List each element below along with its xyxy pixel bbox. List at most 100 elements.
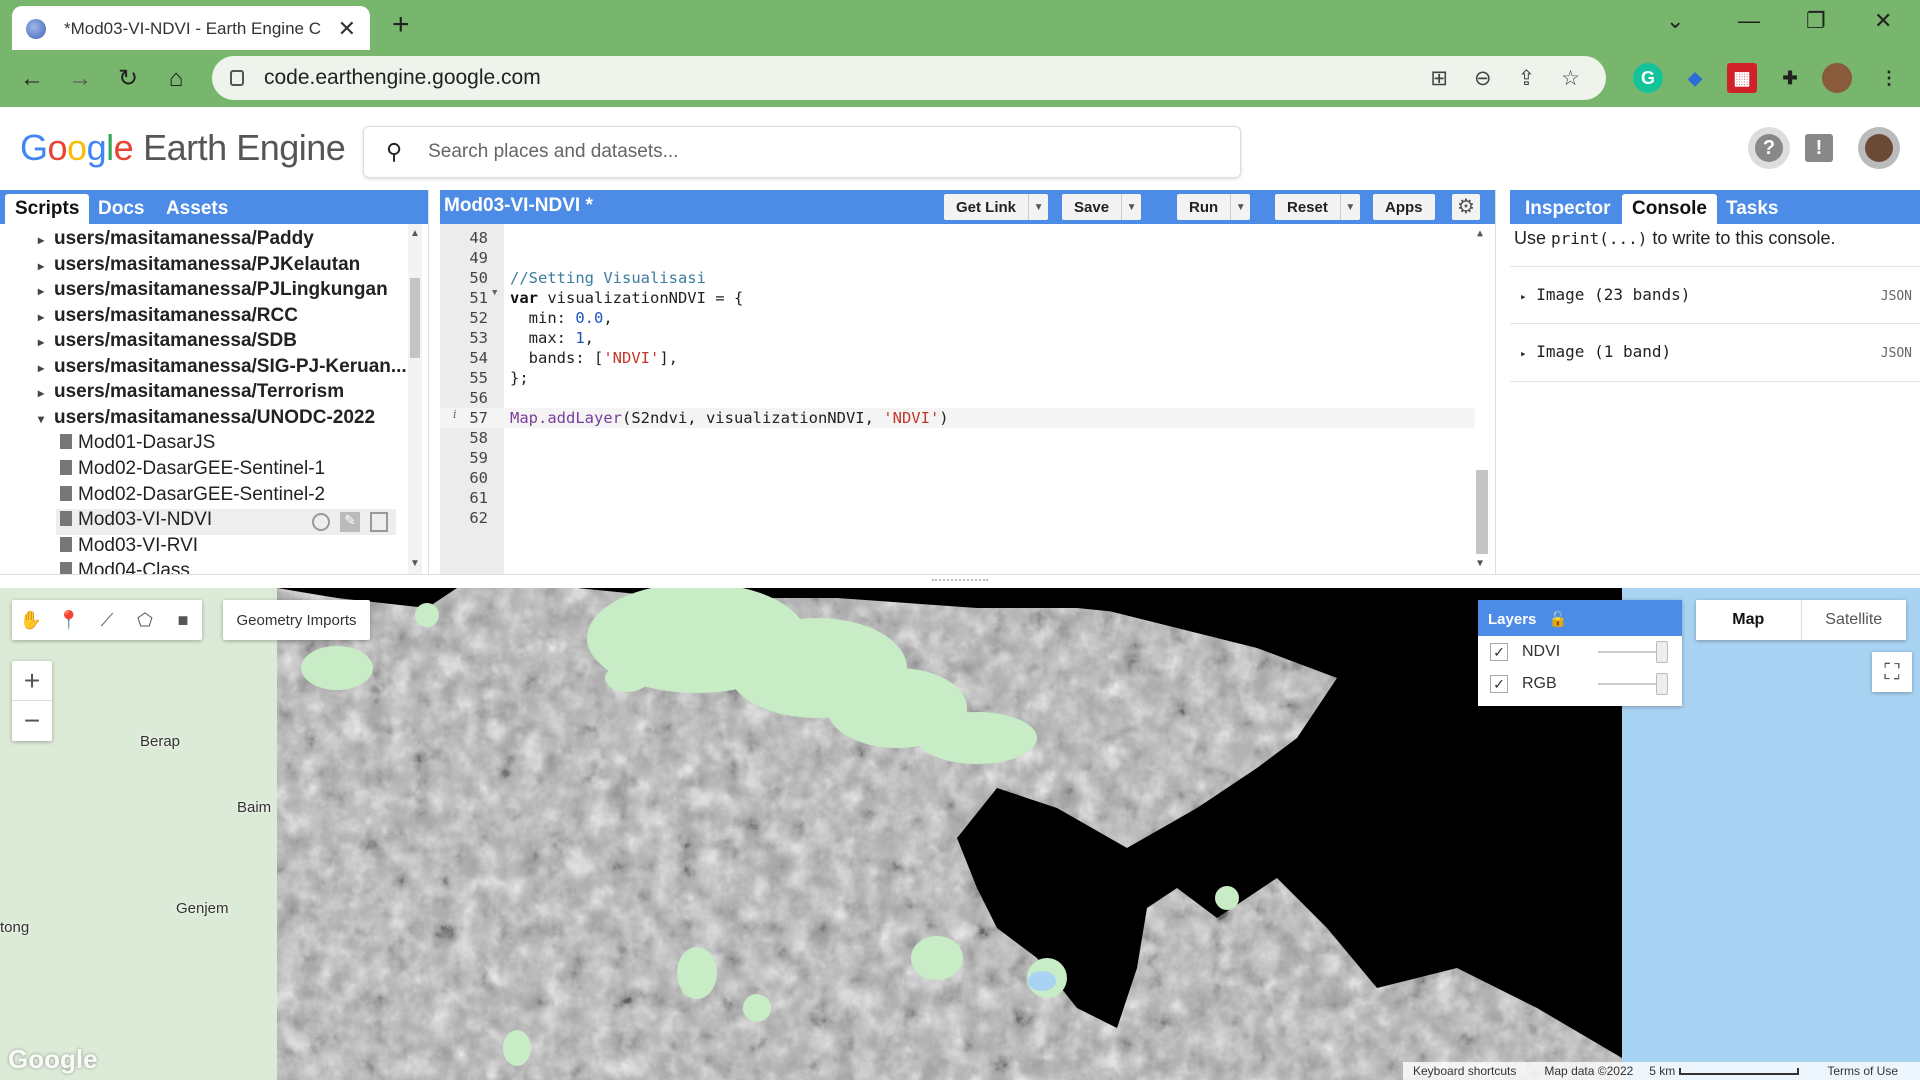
console-entry[interactable]: ▸ Image (23 bands) JSON <box>1510 266 1920 324</box>
tab-console[interactable]: Console <box>1622 194 1717 224</box>
fullscreen-icon[interactable]: ⛶ <box>1872 652 1912 692</box>
extensions-puzzle-icon[interactable]: ✚ <box>1775 63 1805 93</box>
tab-search-icon[interactable]: ⌄ <box>1666 8 1684 34</box>
layer-checkbox[interactable]: ✓ <box>1490 675 1508 693</box>
feedback-button[interactable]: ! <box>1798 127 1840 169</box>
close-tab-icon[interactable]: ✕ <box>338 16 356 42</box>
script-file-selected[interactable]: Mod03-VI-NDVI ✎ <box>56 509 396 535</box>
script-file[interactable]: Mod01-DasarJS <box>60 432 215 458</box>
lock-icon[interactable]: 🔓 <box>1549 611 1568 628</box>
script-repo[interactable]: ▸ users/masitamanessa/RCC <box>38 305 298 331</box>
marker-icon[interactable]: 📍 <box>50 600 88 640</box>
code-line[interactable]: }; <box>510 368 529 388</box>
delete-icon[interactable] <box>370 512 388 532</box>
hand-pan-icon[interactable]: ✋ <box>12 600 50 640</box>
tab-scripts[interactable]: Scripts <box>5 194 90 224</box>
save-button[interactable]: Save ▼ <box>1062 194 1142 220</box>
script-repo[interactable]: ▸ users/masitamanessa/PJKelautan <box>38 254 360 280</box>
close-window-icon[interactable]: ✕ <box>1874 8 1892 34</box>
zoom-out-icon[interactable]: − <box>12 701 52 741</box>
left-splitter[interactable] <box>428 190 440 574</box>
geometry-imports-button[interactable]: Geometry Imports <box>223 600 370 640</box>
code-editor[interactable]: 48 49 50 //Setting Visualisasi 51 var visuali… <box>440 224 1495 574</box>
console-entry[interactable]: ▸ Image (1 band) JSON <box>1510 324 1920 382</box>
script-repo[interactable]: ▸ users/masitamanessa/SDB <box>38 330 297 356</box>
tab-title: *Mod03-VI-NDVI - Earth Engine C <box>64 19 321 38</box>
opacity-slider-handle[interactable] <box>1656 673 1668 695</box>
layer-checkbox[interactable]: ✓ <box>1490 643 1508 661</box>
browser-menu-icon[interactable]: ⋮ <box>1874 63 1904 93</box>
home-icon[interactable]: ⌂ <box>152 65 200 93</box>
reset-button[interactable]: Reset ▼ <box>1275 194 1360 220</box>
map-view[interactable]: Berap Baim Genjem tong ✋ 📍 ⟋ ⬠ ■ Geometr… <box>0 588 1920 1080</box>
script-repo-expanded[interactable]: ▾ users/masitamanessa/UNODC-2022 <box>38 407 375 433</box>
layer-row[interactable]: ✓ RGB <box>1478 668 1682 700</box>
earth-engine-logo[interactable]: Google Earth Engine <box>20 127 346 169</box>
zoom-in-icon[interactable]: + <box>12 661 52 701</box>
script-file[interactable]: Mod02-DasarGEE-Sentinel-2 <box>60 484 325 510</box>
rename-icon[interactable]: ✎ <box>340 512 360 532</box>
place-label: Baim <box>237 799 272 816</box>
browser-tab[interactable]: *Mod03-VI-NDVI - Earth Engine C ✕ <box>12 6 370 52</box>
reload-icon[interactable]: ↻ <box>104 64 152 93</box>
map-type-map[interactable]: Map <box>1696 600 1802 640</box>
new-tab-icon[interactable]: + <box>392 8 410 42</box>
feedback-icon: ! <box>1805 134 1833 162</box>
code-line[interactable]: var visualizationNDVI = { <box>510 288 743 308</box>
user-avatar[interactable] <box>1858 127 1900 169</box>
zoom-out-icon[interactable]: ⊖ <box>1474 66 1492 91</box>
scripts-scrollbar[interactable]: ▲ ▼ <box>408 224 422 574</box>
map-type-satellite[interactable]: Satellite <box>1802 600 1907 640</box>
script-file[interactable]: Mod04-Class <box>60 560 190 574</box>
extension-red-icon[interactable]: ▦ <box>1727 63 1757 93</box>
json-link[interactable]: JSON <box>1881 346 1912 361</box>
code-line[interactable]: max: 1, <box>510 328 594 348</box>
tab-tasks[interactable]: Tasks <box>1716 194 1788 224</box>
gee-header: Google Earth Engine ⚲ Search places and d… <box>0 107 1920 190</box>
map-splitter[interactable] <box>0 574 1920 588</box>
profile-avatar[interactable] <box>1822 63 1852 93</box>
restore-icon[interactable]: ❐ <box>1806 8 1826 34</box>
script-repo[interactable]: ▸ users/masitamanessa/Terrorism <box>38 381 344 407</box>
script-repo[interactable]: ▸ users/masitamanessa/SIG-PJ-Keruan... <box>38 356 407 382</box>
script-repo[interactable]: ▸ users/masitamanessa/Paddy <box>38 228 314 254</box>
code-line[interactable]: //Setting Visualisasi <box>510 268 706 288</box>
script-repo[interactable]: ▸ users/masitamanessa/PJLingkungan <box>38 279 388 305</box>
tab-assets[interactable]: Assets <box>156 194 238 224</box>
translate-icon[interactable]: ⊞ <box>1430 66 1448 91</box>
forward-icon[interactable]: → <box>56 65 104 93</box>
apps-button[interactable]: Apps <box>1373 194 1435 220</box>
code-line[interactable]: Map.addLayer(S2ndvi, visualizationNDVI, … <box>510 408 949 428</box>
address-bar[interactable]: code.earthengine.google.com ⊞ ⊖ ⇪ ☆ <box>212 56 1606 100</box>
editor-scrollbar[interactable]: ▲ ▼ <box>1475 224 1489 574</box>
back-icon[interactable]: ← <box>8 65 56 93</box>
code-line[interactable]: bands: ['NDVI'], <box>510 348 678 368</box>
tab-docs[interactable]: Docs <box>88 194 154 224</box>
minimize-icon[interactable]: — <box>1738 8 1760 34</box>
share-icon[interactable]: ⇪ <box>1518 66 1536 91</box>
history-icon[interactable] <box>312 513 330 531</box>
fold-arrow-icon[interactable]: ▼ <box>492 288 497 298</box>
bookmark-star-icon[interactable]: ☆ <box>1561 66 1580 91</box>
polygon-icon[interactable]: ⬠ <box>126 600 164 640</box>
grammarly-extension-icon[interactable]: G <box>1633 63 1663 93</box>
right-splitter[interactable] <box>1495 190 1510 574</box>
get-link-button[interactable]: Get Link ▼ <box>944 194 1049 220</box>
extension-icon[interactable]: ◆ <box>1680 63 1710 93</box>
script-file[interactable]: Mod03-VI-RVI <box>60 535 198 561</box>
code-line[interactable]: min: 0.0, <box>510 308 613 328</box>
opacity-slider-handle[interactable] <box>1656 641 1668 663</box>
console-help: Use print(...) to write to this console. <box>1514 228 1836 248</box>
layer-row[interactable]: ✓ NDVI <box>1478 636 1682 668</box>
help-button[interactable]: ? <box>1748 127 1790 169</box>
terms-link[interactable]: Terms of Use <box>1827 1064 1898 1078</box>
json-link[interactable]: JSON <box>1881 289 1912 304</box>
rectangle-icon[interactable]: ■ <box>164 600 202 640</box>
search-input[interactable]: ⚲ Search places and datasets... <box>363 126 1241 178</box>
script-file[interactable]: Mod02-DasarGEE-Sentinel-1 <box>60 458 325 484</box>
keyboard-shortcuts-link[interactable]: Keyboard shortcuts <box>1413 1064 1516 1078</box>
line-icon[interactable]: ⟋ <box>88 600 126 640</box>
tab-inspector[interactable]: Inspector <box>1515 194 1621 224</box>
run-button[interactable]: Run ▼ <box>1177 194 1251 220</box>
gear-icon[interactable]: ⚙ <box>1452 194 1480 220</box>
